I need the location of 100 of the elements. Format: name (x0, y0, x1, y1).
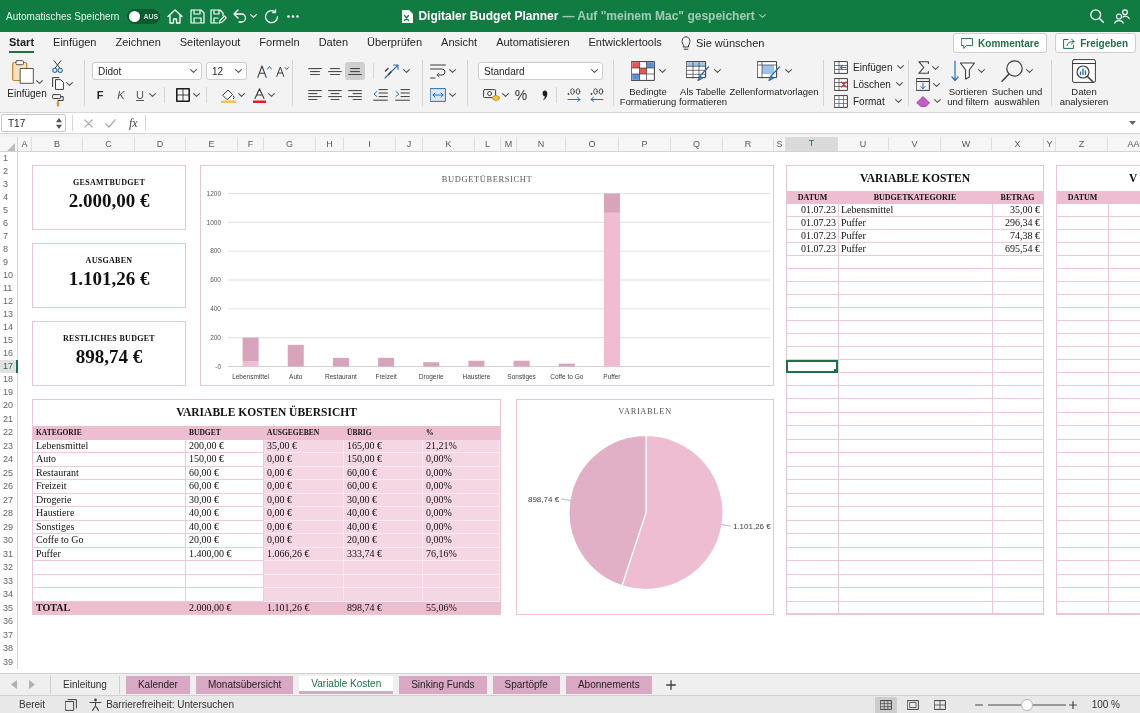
row-header[interactable]: 2 (0, 165, 18, 178)
italic-button[interactable]: K (114, 87, 128, 103)
vertical-align-button[interactable] (345, 62, 365, 80)
fill-color-icon[interactable] (221, 87, 236, 103)
caret-icon[interactable] (193, 93, 200, 97)
wrap-text-icon[interactable] (430, 63, 446, 79)
copy-icon[interactable] (52, 77, 64, 90)
cells-button[interactable]: Format (834, 93, 902, 109)
money-icon[interactable] (483, 89, 500, 101)
styles-button[interactable]: Bedingte Formatierung (619, 60, 677, 107)
row-header[interactable]: 5 (0, 204, 18, 217)
caret-icon[interactable] (932, 65, 939, 70)
bold-button[interactable]: F (93, 87, 107, 103)
sheet-tab[interactable]: Kalender (125, 675, 190, 694)
find-select-button[interactable]: Suchen und auswählen (991, 60, 1043, 107)
scissors-icon[interactable] (52, 60, 63, 73)
undo-icon[interactable] (233, 9, 248, 23)
sum-icon[interactable] (918, 61, 929, 74)
ribbon-tab[interactable]: Einfügen (53, 33, 97, 53)
caret-icon[interactable] (758, 14, 766, 18)
row-header[interactable]: 22 (0, 426, 18, 440)
row-header[interactable]: 18 (0, 373, 18, 386)
row-header[interactable]: 6 (0, 217, 18, 230)
caret-icon[interactable] (1129, 121, 1136, 125)
cells-button[interactable]: Löschen (834, 76, 902, 92)
row-header[interactable]: 26 (0, 480, 18, 494)
cells-button[interactable]: Einfügen (834, 59, 902, 75)
sort-filter-button[interactable]: Sortieren und filtern (945, 60, 991, 107)
row-header[interactable]: 24 (0, 453, 18, 467)
save-icon[interactable] (190, 8, 206, 24)
row-header[interactable]: 14 (0, 321, 18, 334)
ribbon-tab[interactable]: Seitenlayout (179, 33, 241, 53)
row-header[interactable]: 17 (0, 360, 18, 373)
caret-icon[interactable] (449, 93, 456, 97)
caret-icon[interactable] (66, 81, 73, 86)
name-box[interactable]: T17 (1, 114, 66, 132)
cell-selection[interactable] (786, 360, 838, 373)
font-size-dropdown[interactable]: 12 (206, 62, 247, 80)
eraser-icon[interactable] (916, 95, 931, 107)
paste-button[interactable]: Einfügen (6, 60, 48, 99)
row-header[interactable]: 28 (0, 507, 18, 521)
row-header[interactable]: 8 (0, 243, 18, 256)
comments-button[interactable]: Kommentare (953, 33, 1048, 53)
comma-icon[interactable] (542, 89, 548, 101)
row-header[interactable]: 4 (0, 191, 18, 204)
sheet-tab[interactable]: Variable Kosten (299, 675, 394, 694)
font-shrink-icon[interactable] (276, 65, 289, 77)
sheet-tab[interactable]: Einleitung (50, 675, 120, 694)
row-header[interactable]: 30 (0, 534, 18, 548)
ribbon-tab[interactable]: Daten (318, 33, 348, 53)
analyze-data-button[interactable]: Daten analysieren (1060, 59, 1108, 107)
sheet-tab[interactable]: Abonnements (565, 675, 652, 694)
caret-icon[interactable] (933, 82, 940, 87)
row-header[interactable]: 19 (0, 386, 18, 399)
diagonal-arrow-icon[interactable] (384, 63, 400, 79)
row-header[interactable]: 12 (0, 295, 18, 308)
column-header[interactable]: T (786, 137, 838, 151)
caret-icon[interactable] (934, 99, 941, 103)
font-dropdown[interactable]: Didot (92, 62, 202, 80)
row-header[interactable]: 16 (0, 347, 18, 360)
row-header[interactable]: 36 (0, 615, 18, 629)
font-grow-icon[interactable] (257, 64, 272, 78)
tell-me-button[interactable]: Sie wünschen (680, 34, 765, 52)
border-icon[interactable] (176, 88, 190, 102)
row-header[interactable]: 7 (0, 230, 18, 243)
people-icon[interactable] (1114, 8, 1130, 24)
ribbon-tab[interactable]: Entwicklertools (588, 33, 662, 53)
fill-handle-icon[interactable] (834, 369, 838, 373)
save-as-icon[interactable] (210, 8, 228, 24)
sheet-tab[interactable]: Sinking Funds (399, 675, 487, 694)
ribbon-tab[interactable]: Zeichnen (115, 33, 161, 53)
caret-icon[interactable] (268, 93, 275, 97)
ribbon-tab[interactable]: Ansicht (441, 33, 478, 53)
row-header[interactable]: 10 (0, 269, 18, 282)
decimal-increase-icon[interactable] (567, 88, 582, 102)
row-header[interactable]: 3 (0, 178, 18, 191)
caret-icon[interactable] (403, 69, 410, 73)
row-header[interactable]: 20 (0, 399, 18, 413)
number-format-dropdown[interactable]: Standard (478, 62, 603, 80)
row-header[interactable]: 11 (0, 282, 18, 295)
sheet-tab[interactable]: Spartöpfe (492, 675, 560, 694)
zoom-slider[interactable] (987, 698, 1066, 711)
home-icon[interactable] (167, 8, 184, 24)
row-header[interactable]: 15 (0, 334, 18, 347)
font-color-icon[interactable] (253, 87, 266, 103)
styles-button[interactable]: Als Tabelle formatieren (679, 60, 727, 107)
view-button[interactable] (874, 696, 897, 713)
row-header[interactable]: 34 (0, 588, 18, 602)
accessibility-button[interactable]: Barrierefreiheit: Untersuchen (89, 697, 234, 712)
styles-button[interactable]: Zellenformatvorlagen (729, 60, 819, 97)
fill-down-icon[interactable] (916, 78, 930, 91)
search-icon[interactable] (1090, 9, 1104, 23)
slider-thumb[interactable] (1020, 698, 1033, 711)
merge-cells-icon[interactable] (430, 88, 446, 102)
caret-icon[interactable] (502, 93, 509, 97)
ribbon-tab[interactable]: Formeln (259, 33, 300, 53)
indent-increase-icon[interactable] (395, 89, 410, 101)
percent-button[interactable]: % (514, 87, 528, 103)
sheet-tab[interactable]: Monatsübersicht (195, 675, 294, 694)
more-icon[interactable] (287, 14, 300, 18)
